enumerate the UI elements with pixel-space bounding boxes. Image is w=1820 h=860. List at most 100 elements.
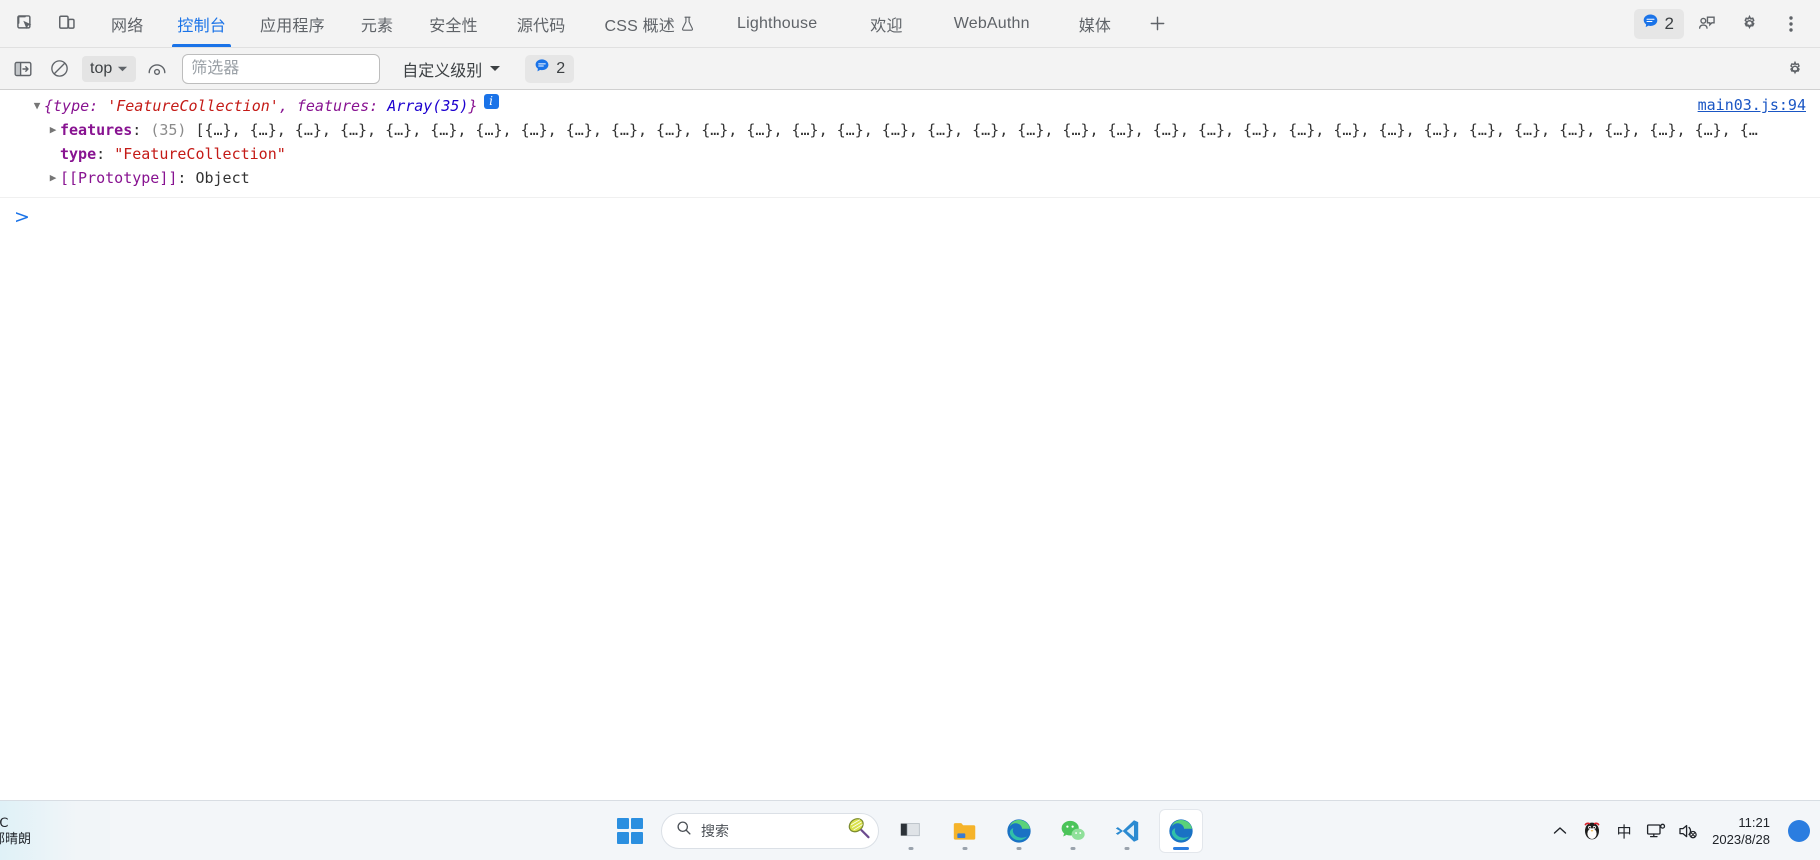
- preview-colon-2: :: [369, 97, 388, 115]
- property-value: [{…}, {…}, {…}, {…}, {…}, {…}, {…}, {…},…: [195, 121, 1758, 139]
- tab-sources[interactable]: 源代码: [495, 0, 588, 47]
- preview-value-type: 'FeatureCollection': [107, 97, 279, 115]
- devtools-left-icon-group: [0, 0, 86, 47]
- task-view-icon[interactable]: [889, 809, 933, 853]
- filter-input[interactable]: [182, 53, 381, 84]
- windows-taskbar: ℃ 部晴朗 搜索: [0, 800, 1820, 860]
- tab-elements[interactable]: 元素: [342, 0, 412, 47]
- taskbar-search-box[interactable]: 搜索: [661, 812, 879, 849]
- tab-label: 应用程序: [260, 17, 325, 35]
- issues-bubble-icon: [1642, 13, 1659, 35]
- ime-indicator[interactable]: 中: [1614, 816, 1634, 846]
- tab-welcome[interactable]: 欢迎: [843, 0, 929, 47]
- object-property-row[interactable]: ▶ features: (35) [{…}, {…}, {…}, {…}, {……: [0, 118, 1820, 142]
- execution-context-select[interactable]: top: [82, 55, 137, 82]
- edge-devtools-window-icon[interactable]: [1159, 808, 1203, 853]
- source-link[interactable]: main03.js:94: [1698, 96, 1806, 114]
- network-icon[interactable]: [1646, 816, 1666, 846]
- issues-bubble-icon: [534, 58, 550, 79]
- more-options-icon[interactable]: [1772, 6, 1810, 42]
- notification-indicator[interactable]: [1788, 820, 1810, 842]
- search-placeholder: 搜索: [701, 822, 729, 839]
- taskbar-clock[interactable]: 11:21 2023/8/28: [1712, 814, 1770, 848]
- active-indicator: [1173, 846, 1189, 850]
- issues-badge[interactable]: 2: [1633, 8, 1684, 39]
- live-expression-icon[interactable]: [142, 55, 172, 83]
- running-indicator: [1016, 846, 1022, 850]
- preview-key-type: type: [53, 97, 90, 115]
- preview-open-brace: {: [44, 97, 54, 115]
- clear-console-icon[interactable]: [44, 55, 74, 83]
- qq-penguin-icon[interactable]: [1582, 816, 1602, 846]
- tab-webauthn[interactable]: WebAuthn: [930, 0, 1054, 47]
- file-explorer-icon[interactable]: [943, 809, 987, 853]
- expand-arrow-closed-icon[interactable]: ▶: [46, 118, 60, 142]
- flask-icon: [681, 16, 694, 32]
- object-preview: {type: 'FeatureCollection', features: Ar…: [44, 94, 478, 118]
- console-toolbar: top 自定义级别 2: [0, 48, 1820, 90]
- console-prompt-input[interactable]: [30, 206, 1820, 226]
- console-prompt-row[interactable]: >: [0, 198, 1820, 228]
- tennis-racket-icon: [846, 815, 872, 846]
- start-button-icon[interactable]: [617, 817, 643, 844]
- object-preview-line[interactable]: ▼ {type: 'FeatureCollection', features: …: [0, 94, 1820, 118]
- tab-application[interactable]: 应用程序: [243, 0, 342, 47]
- running-indicator: [1124, 846, 1130, 850]
- feedback-icon[interactable]: [1688, 6, 1726, 42]
- running-indicator: [908, 846, 914, 850]
- tab-console[interactable]: 控制台: [160, 0, 243, 47]
- tray-chevron-up-icon[interactable]: [1550, 816, 1570, 846]
- edge-browser-icon[interactable]: [997, 809, 1041, 853]
- tab-network[interactable]: 网络: [94, 0, 160, 47]
- taskbar-center-group: 搜索: [0, 801, 1820, 860]
- property-count: (35): [150, 121, 187, 139]
- devtools-tab-list: 网络 控制台 应用程序 元素 安全性 源代码 CSS 概述 Lighthouse…: [94, 0, 1178, 47]
- tab-label: 欢迎: [870, 17, 903, 35]
- execution-context-label: top: [90, 59, 113, 77]
- expand-arrow-open-icon[interactable]: ▼: [30, 94, 44, 118]
- preview-colon: :: [89, 97, 108, 115]
- tab-label: WebAuthn: [953, 14, 1030, 32]
- taskbar-system-tray: 中 11:21 2023/8/28: [1550, 801, 1810, 860]
- expand-arrow-closed-icon[interactable]: ▶: [46, 166, 60, 190]
- clock-date: 2023/8/28: [1712, 832, 1770, 847]
- console-message-area[interactable]: main03.js:94 ▼ {type: 'FeatureCollection…: [0, 90, 1820, 800]
- tab-label: 媒体: [1078, 17, 1112, 35]
- preview-comma: ,: [278, 97, 297, 115]
- log-level-label: 自定义级别: [402, 62, 483, 80]
- prototype-value: Object: [195, 169, 250, 187]
- preview-key-features: features: [296, 97, 370, 115]
- info-icon[interactable]: i: [483, 94, 499, 109]
- tab-label: 安全性: [429, 17, 478, 35]
- prompt-chevron-icon: >: [14, 206, 30, 228]
- tab-label: Lighthouse: [737, 14, 818, 32]
- wechat-icon[interactable]: [1051, 809, 1095, 853]
- gear-icon[interactable]: [1730, 6, 1768, 42]
- log-level-select[interactable]: 自定义级别: [396, 54, 507, 84]
- devtools-tabbar: 网络 控制台 应用程序 元素 安全性 源代码 CSS 概述 Lighthouse…: [0, 0, 1820, 48]
- console-message: main03.js:94 ▼ {type: 'FeatureCollection…: [0, 90, 1820, 198]
- clock-time: 11:21: [1738, 815, 1770, 830]
- tab-css-overview[interactable]: CSS 概述: [587, 0, 711, 47]
- object-prototype-row[interactable]: ▶ [[Prototype]]: Object: [0, 166, 1820, 190]
- tab-media[interactable]: 媒体: [1054, 0, 1136, 47]
- property-name: type: [60, 145, 97, 163]
- inspect-element-icon[interactable]: [8, 7, 44, 41]
- preview-close-brace: }: [468, 97, 478, 115]
- console-settings-gear-icon[interactable]: [1778, 54, 1812, 84]
- tab-security[interactable]: 安全性: [412, 0, 495, 47]
- running-indicator: [962, 846, 968, 850]
- prototype-name: [[Prototype]]: [60, 169, 178, 187]
- device-toolbar-icon[interactable]: [50, 7, 86, 41]
- tab-label: 控制台: [177, 17, 227, 35]
- tab-label: 源代码: [516, 17, 566, 35]
- property-name: features: [60, 121, 133, 139]
- volume-muted-icon[interactable]: [1678, 816, 1698, 846]
- chevron-down-icon: [489, 60, 501, 78]
- search-icon: [676, 820, 692, 841]
- add-tab-button[interactable]: [1136, 0, 1178, 47]
- tab-lighthouse[interactable]: Lighthouse: [711, 0, 843, 47]
- vscode-icon[interactable]: [1105, 809, 1149, 853]
- console-sidebar-toggle-icon[interactable]: [8, 55, 38, 83]
- console-issues-badge[interactable]: 2: [525, 54, 575, 83]
